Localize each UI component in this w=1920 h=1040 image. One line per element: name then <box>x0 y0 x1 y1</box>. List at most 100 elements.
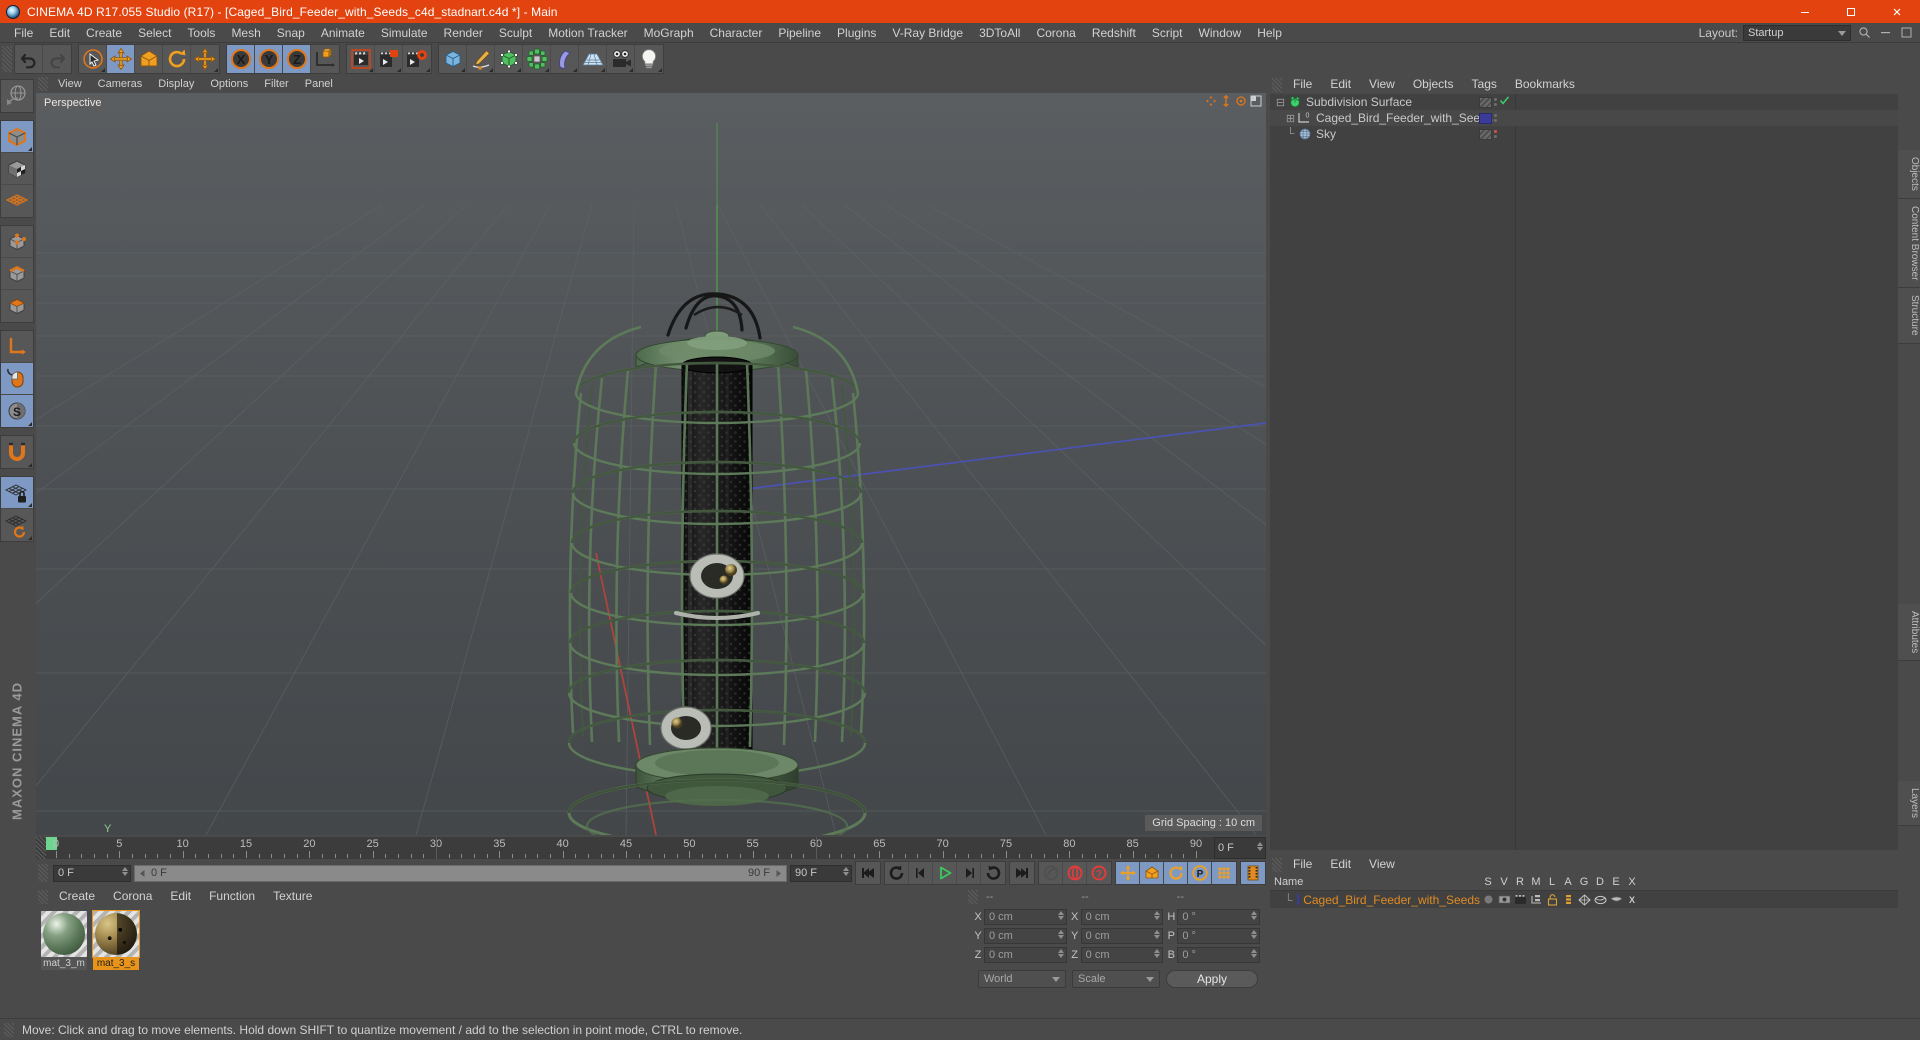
layer-drag-handle[interactable] <box>1272 857 1282 872</box>
keyframe-selection-button[interactable]: ? <box>1087 862 1111 884</box>
object-menu-bookmarks[interactable]: Bookmarks <box>1506 75 1584 94</box>
render-settings-button[interactable] <box>403 45 431 73</box>
workplane-rotate-button[interactable] <box>1 509 33 541</box>
object-menu-file[interactable]: File <box>1284 75 1321 94</box>
viewport-menu-display[interactable]: Display <box>150 75 202 93</box>
add-spline-object-button[interactable] <box>467 45 495 73</box>
object-tags-cell[interactable] <box>1479 126 1515 142</box>
points-mode-button[interactable] <box>1 226 33 258</box>
rotation-h-field[interactable]: 0 ° <box>1177 909 1261 925</box>
coordinates-drag-handle[interactable] <box>968 889 978 904</box>
playbar-drag-handle[interactable] <box>38 864 48 882</box>
stepper-icon[interactable] <box>1251 949 1258 958</box>
coordinate-system-dropdown[interactable]: World <box>978 970 1066 988</box>
rotate-view-icon[interactable] <box>1235 95 1247 110</box>
layer-generator-cell[interactable] <box>1576 893 1592 906</box>
menu-redshift[interactable]: Redshift <box>1084 23 1144 43</box>
layer-col-g[interactable]: G <box>1576 876 1592 888</box>
stepper-icon[interactable] <box>1057 911 1064 920</box>
layer-col-l[interactable]: L <box>1544 876 1560 888</box>
layer-solo-cell[interactable] <box>1480 894 1496 905</box>
menu-animate[interactable]: Animate <box>313 23 373 43</box>
scale-tool-button[interactable] <box>135 45 163 73</box>
menu-snap[interactable]: Snap <box>269 23 313 43</box>
material-preview-thumbnail[interactable] <box>92 910 140 958</box>
object-axis-mode-button[interactable] <box>1 331 33 363</box>
make-editable-button[interactable] <box>1 121 33 153</box>
play-forward-loop-button[interactable] <box>981 862 1005 884</box>
menu-sculpt[interactable]: Sculpt <box>491 23 540 43</box>
redo-button[interactable] <box>43 45 71 73</box>
close-button[interactable] <box>1874 0 1920 23</box>
object-menu-edit[interactable]: Edit <box>1321 75 1360 94</box>
position-y-field[interactable]: 0 cm <box>984 928 1067 944</box>
size-y-field[interactable]: 0 cm <box>1080 928 1164 944</box>
rotate-tool-button[interactable] <box>163 45 191 73</box>
layer-menu-view[interactable]: View <box>1360 855 1404 874</box>
visibility-dots-icon[interactable] <box>1494 98 1497 106</box>
material-tag-swatch[interactable] <box>1479 112 1492 124</box>
viewport-solo-button[interactable] <box>1 363 33 395</box>
layer-col-d[interactable]: D <box>1592 876 1608 888</box>
minimize-button[interactable] <box>1782 0 1828 23</box>
stepper-icon[interactable] <box>843 867 849 876</box>
tab-objects[interactable]: Objects <box>1898 150 1920 199</box>
stepper-icon[interactable] <box>1154 949 1161 958</box>
layer-lock-cell[interactable] <box>1544 893 1560 906</box>
render-to-picture-viewer-button[interactable] <box>375 45 403 73</box>
lock-y-axis-button[interactable]: Y <box>255 45 283 73</box>
menu-plugins[interactable]: Plugins <box>829 23 884 43</box>
record-active-objects-button[interactable] <box>1039 862 1063 884</box>
viewport-menu-view[interactable]: View <box>50 75 90 93</box>
next-frame-button[interactable] <box>957 862 981 884</box>
expand-toggle-icon[interactable]: ⊟ <box>1274 96 1287 109</box>
display-swatch[interactable] <box>1479 128 1492 140</box>
material-drag-handle[interactable] <box>38 889 48 904</box>
menu-edit[interactable]: Edit <box>41 23 78 43</box>
current-frame-field[interactable]: 0 F <box>53 864 131 882</box>
add-camera-object-button[interactable] <box>607 45 635 73</box>
menu-motion-tracker[interactable]: Motion Tracker <box>540 23 635 43</box>
model-mode-button[interactable] <box>1 153 33 185</box>
stepper-icon[interactable] <box>1251 911 1258 920</box>
rotation-b-field[interactable]: 0 ° <box>1177 947 1261 963</box>
stepper-icon[interactable] <box>1154 930 1161 939</box>
viewport-3d-canvas[interactable]: Perspective Grid Spacing : 10 cm Y <box>36 93 1266 835</box>
stepper-icon[interactable] <box>1057 930 1064 939</box>
layer-color-swatch[interactable] <box>1296 894 1300 905</box>
undo-view-button[interactable] <box>1 80 33 112</box>
layer-animation-cell[interactable] <box>1560 894 1576 906</box>
maximize-viewport-icon[interactable] <box>1250 95 1262 110</box>
pan-view-icon[interactable] <box>1205 95 1217 110</box>
lock-workplane-button[interactable] <box>1 477 33 509</box>
viewport-menu-panel[interactable]: Panel <box>297 75 341 93</box>
object-tree[interactable]: ⊟ Subdivision Surface ⊞ 0 Caged_Bird_Fee… <box>1270 94 1898 850</box>
enabled-check-icon[interactable] <box>1499 95 1510 109</box>
size-z-field[interactable]: 0 cm <box>1080 947 1164 963</box>
edges-mode-button[interactable] <box>1 258 33 290</box>
stepper-icon[interactable] <box>1154 911 1161 920</box>
go-to-end-button[interactable] <box>1010 862 1034 884</box>
preview-range-slider[interactable]: 0 F 90 F <box>134 864 787 882</box>
add-deformer-object-button[interactable] <box>551 45 579 73</box>
transform-tool-button[interactable] <box>191 45 219 73</box>
object-menu-objects[interactable]: Objects <box>1404 75 1463 94</box>
layer-expression-cell[interactable] <box>1608 895 1624 905</box>
rotation-p-field[interactable]: 0 ° <box>1177 928 1261 944</box>
world-object-coordinates-button[interactable] <box>311 45 339 73</box>
undo-button[interactable] <box>15 45 43 73</box>
layer-col-x[interactable]: X <box>1624 876 1640 888</box>
layer-col-r[interactable]: R <box>1512 876 1528 888</box>
timeline-toggle-button[interactable] <box>1241 862 1265 884</box>
layer-visible-cell[interactable] <box>1496 894 1512 905</box>
lock-z-axis-button[interactable]: Z <box>283 45 311 73</box>
object-drag-handle[interactable] <box>1272 77 1282 92</box>
autokeying-button[interactable] <box>1063 862 1087 884</box>
menu-mesh[interactable]: Mesh <box>223 23 268 43</box>
menu-render[interactable]: Render <box>436 23 491 43</box>
menu-create[interactable]: Create <box>78 23 130 43</box>
material-menu-create[interactable]: Create <box>50 887 104 906</box>
tab-structure[interactable]: Structure <box>1898 288 1920 344</box>
menu-file[interactable]: File <box>6 23 41 43</box>
play-button[interactable] <box>933 862 957 884</box>
